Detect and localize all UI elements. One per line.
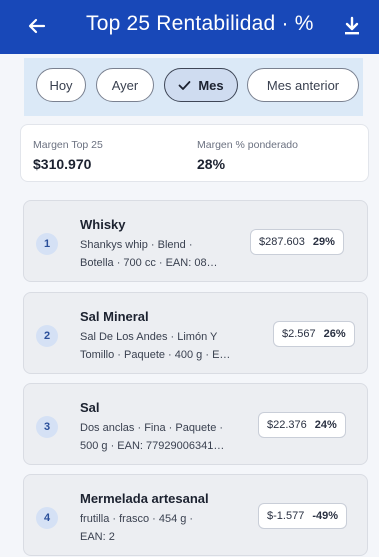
description-line: Sal De Los Andes · Limón Y bbox=[80, 331, 218, 343]
page-title: Top 25 Rentabilidad · % bbox=[86, 12, 314, 35]
rank-badge: 2 bbox=[36, 325, 58, 347]
product-name: Whisky bbox=[80, 217, 126, 232]
description-line: Botella · 700 cc · EAN: 08… bbox=[80, 257, 218, 269]
margin-label: Margen Top 25 bbox=[33, 139, 103, 151]
description-line: EAN: 2 bbox=[80, 531, 115, 543]
margin-amount: $-1.577 bbox=[267, 510, 305, 522]
description-line: Dos anclas · Fina · Paquete · bbox=[80, 422, 224, 434]
margin-metric: $2.567 26% bbox=[273, 321, 355, 347]
margin-percent: 29% bbox=[312, 236, 335, 248]
rank-badge: 3 bbox=[36, 416, 58, 438]
chip-mes[interactable]: Mes bbox=[164, 68, 238, 102]
period-filter-bar: Hoy Ayer Mes Mes anterior bbox=[24, 58, 363, 116]
margin-percent: -49% bbox=[312, 510, 338, 522]
check-icon bbox=[178, 80, 191, 91]
margin-amount: $22.376 bbox=[267, 419, 307, 431]
download-icon bbox=[345, 16, 359, 35]
margin-amount: $2.567 bbox=[282, 328, 316, 340]
chip-label: Hoy bbox=[49, 77, 73, 93]
back-button[interactable] bbox=[24, 13, 50, 39]
product-name: Sal Mineral bbox=[80, 309, 149, 324]
product-description: frutilla · frasco · 454 g · EAN: 2 bbox=[80, 510, 248, 546]
product-name: Mermelada artesanal bbox=[80, 491, 209, 506]
list-item[interactable]: 4 Mermelada artesanal frutilla · frasco … bbox=[23, 474, 368, 556]
description-line: 500 g · EAN: 77929006341… bbox=[80, 440, 225, 452]
summary-card: Margen Top 25 $310.970 Margen % ponderad… bbox=[20, 124, 369, 182]
weighted-margin-label: Margen % ponderado bbox=[197, 139, 298, 151]
product-description: Dos anclas · Fina · Paquete · 500 g · EA… bbox=[80, 419, 248, 455]
margin-percent: 26% bbox=[323, 328, 346, 340]
product-description: Shankys whip · Blend · Botella · 700 cc … bbox=[80, 236, 248, 272]
app-bar: Top 25 Rentabilidad · % bbox=[0, 0, 379, 54]
chip-label: Mes bbox=[198, 77, 224, 93]
chip-label: Ayer bbox=[111, 77, 139, 93]
margin-value: $310.970 bbox=[33, 156, 92, 172]
description-line: Shankys whip · Blend · bbox=[80, 239, 193, 251]
description-line: Tomillo · Paquete · 400 g · E… bbox=[80, 349, 231, 361]
margin-metric: $287.603 29% bbox=[250, 229, 344, 255]
download-button[interactable] bbox=[339, 13, 365, 39]
chip-mes-anterior[interactable]: Mes anterior bbox=[247, 68, 359, 102]
weighted-margin-value: 28% bbox=[197, 156, 226, 172]
rank-badge: 4 bbox=[36, 507, 58, 529]
margin-amount: $287.603 bbox=[259, 236, 305, 248]
list-item[interactable]: 2 Sal Mineral Sal De Los Andes · Limón Y… bbox=[23, 292, 368, 374]
chip-hoy[interactable]: Hoy bbox=[36, 68, 86, 102]
margin-metric: $-1.577 -49% bbox=[258, 503, 347, 529]
product-description: Sal De Los Andes · Limón Y Tomillo · Paq… bbox=[80, 328, 248, 364]
description-line: frutilla · frasco · 454 g · bbox=[80, 513, 194, 525]
product-name: Sal bbox=[80, 400, 100, 415]
chip-ayer[interactable]: Ayer bbox=[96, 68, 154, 102]
list-item[interactable]: 1 Whisky Shankys whip · Blend · Botella … bbox=[23, 200, 368, 282]
margin-percent: 24% bbox=[314, 419, 337, 431]
list-item[interactable]: 3 Sal Dos anclas · Fina · Paquete · 500 … bbox=[23, 383, 368, 465]
rank-badge: 1 bbox=[36, 233, 58, 255]
arrow-left-icon bbox=[28, 18, 46, 34]
margin-metric: $22.376 24% bbox=[258, 412, 346, 438]
chip-label: Mes anterior bbox=[266, 77, 340, 93]
